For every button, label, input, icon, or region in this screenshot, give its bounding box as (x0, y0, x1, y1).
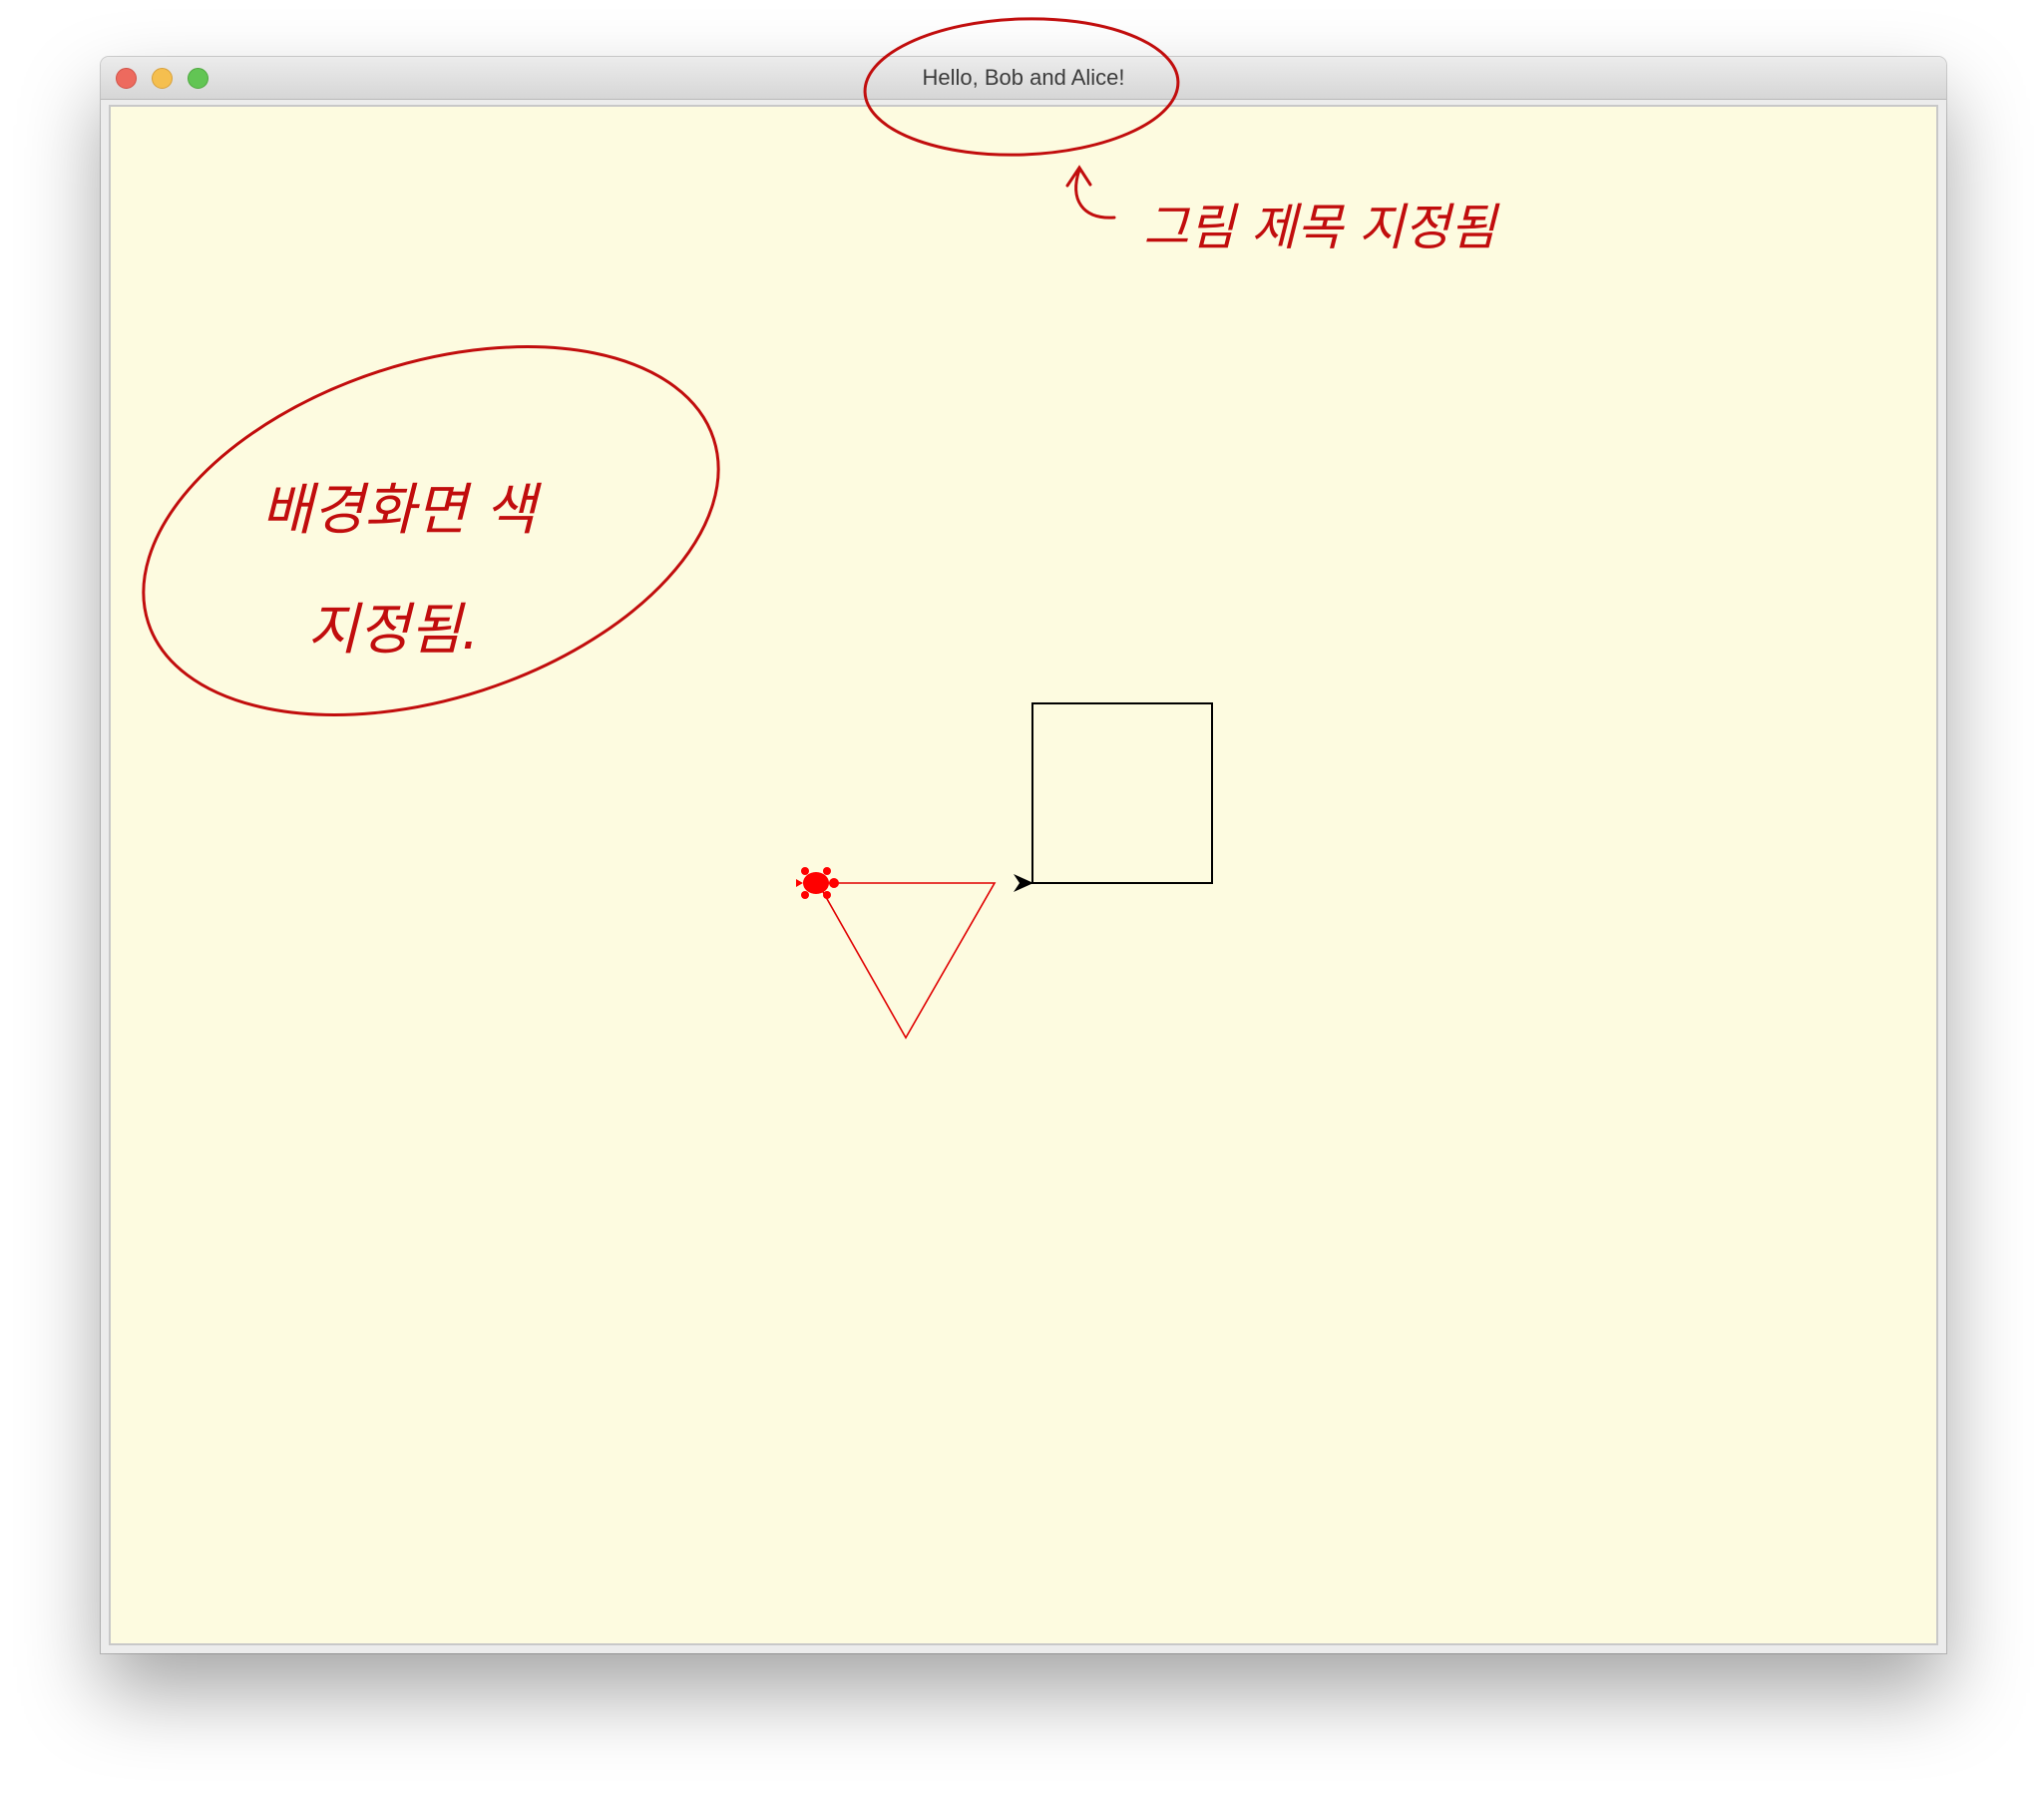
drawing-overlay: 그림 제목 지정됨 배경화면 색 지정됨. (142, 17, 1500, 1040)
title-note-text: 그림 제목 지정됨 (1143, 199, 1500, 256)
red-turtle-icon (796, 867, 839, 899)
title-annotation-ellipse (863, 17, 1180, 157)
black-square (1031, 702, 1213, 884)
black-turtle-arrow-icon (1014, 874, 1033, 892)
background-note-line2: 지정됨. (307, 598, 479, 663)
red-triangle (816, 882, 997, 1040)
annotation-arrow-icon (1065, 165, 1116, 220)
background-note-line1: 배경화면 색 (261, 478, 543, 543)
